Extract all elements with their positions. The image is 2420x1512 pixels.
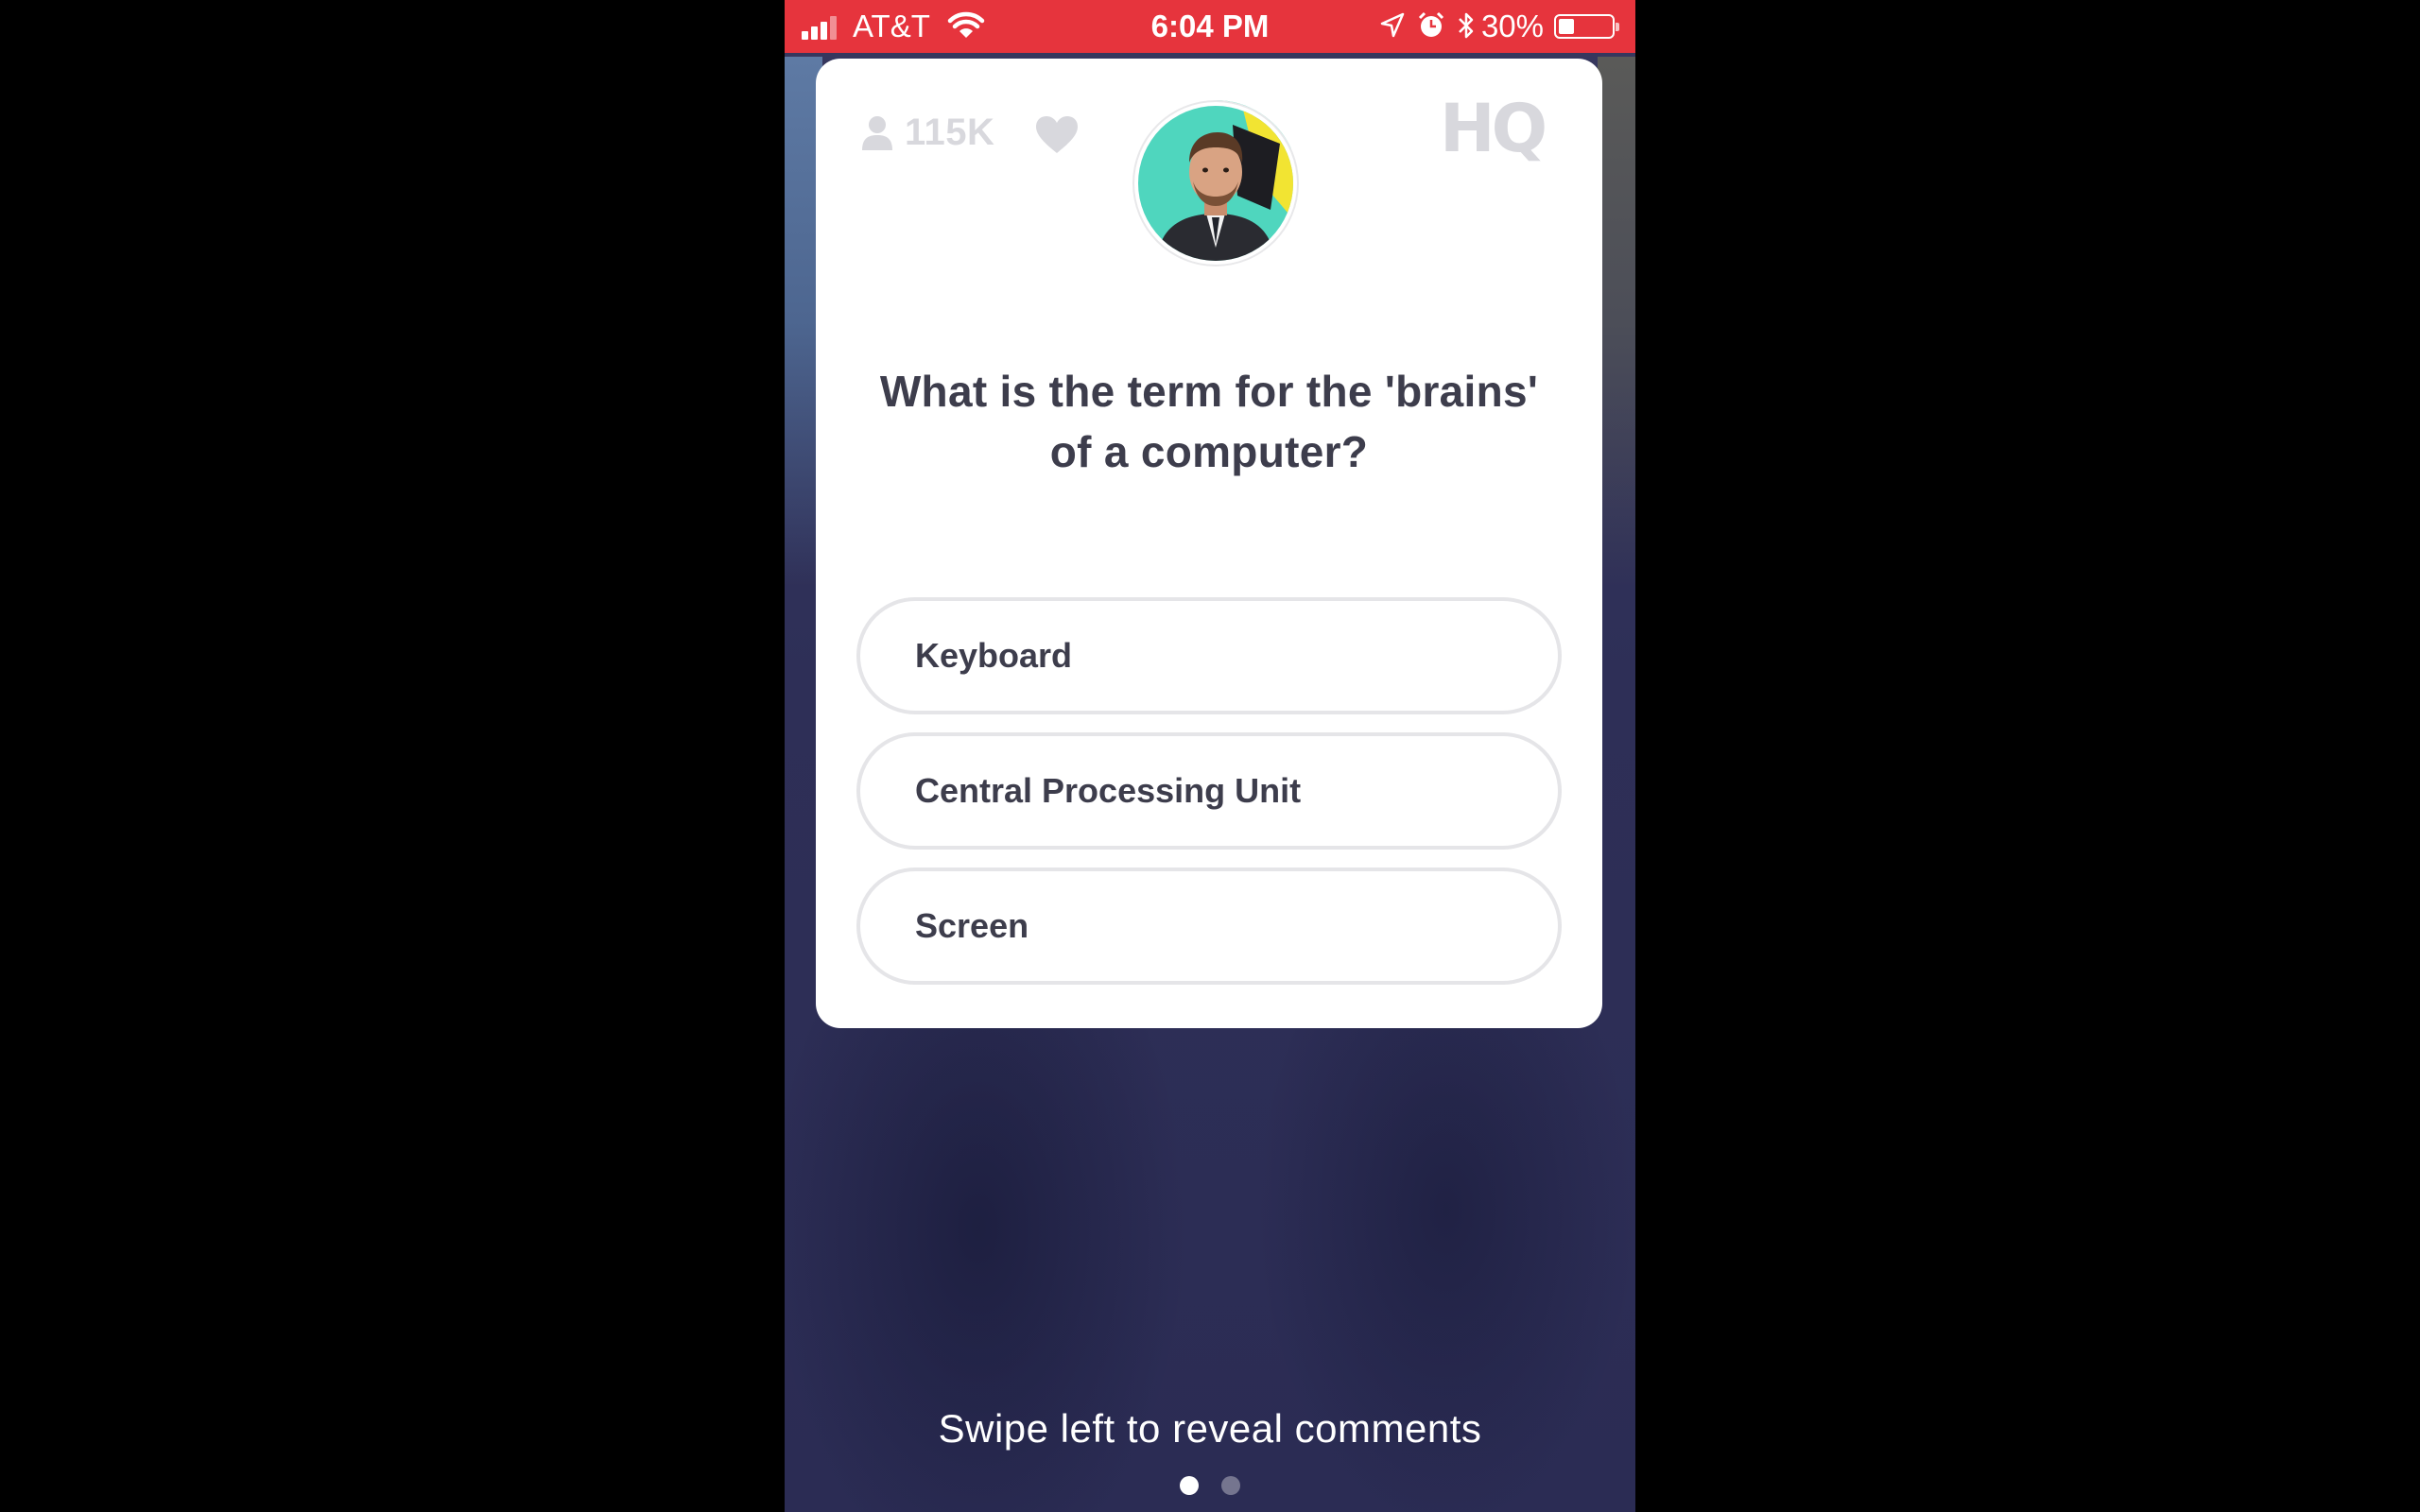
phone-screen: AT&T 6:04 PM 30% 115K HQ What is the ter… xyxy=(785,0,1635,1512)
page-dot-1[interactable] xyxy=(1180,1476,1199,1495)
answer-label: Keyboard xyxy=(915,636,1073,675)
page-dot-2[interactable] xyxy=(1221,1476,1240,1495)
question-text: What is the term for the 'brains' of a c… xyxy=(879,367,1539,476)
host-avatar xyxy=(1138,106,1293,261)
swipe-hint: Swipe left to reveal comments xyxy=(938,1406,1482,1451)
video-background-right xyxy=(1598,57,1635,586)
svg-text:HQ: HQ xyxy=(1440,93,1545,163)
viewer-count: 115K xyxy=(861,112,994,154)
answer-option-2[interactable]: Central Processing Unit xyxy=(856,732,1562,850)
battery-level xyxy=(1559,19,1574,34)
location-icon xyxy=(1380,12,1405,38)
battery-percent: 30% xyxy=(1480,9,1544,43)
status-bar: AT&T 6:04 PM 30% xyxy=(785,0,1635,53)
answer-option-1[interactable]: Keyboard xyxy=(856,597,1562,714)
question-card: 115K HQ What is the term for the 'brains… xyxy=(816,59,1602,1028)
battery-icon xyxy=(1554,14,1619,39)
hq-logo: HQ xyxy=(1440,93,1548,163)
alarm-icon xyxy=(1418,11,1444,37)
viewer-count-label: 115K xyxy=(905,112,995,153)
answer-label: Central Processing Unit xyxy=(915,771,1302,810)
page-indicator[interactable] xyxy=(785,1476,1635,1495)
answer-option-3[interactable]: Screen xyxy=(856,868,1562,985)
person-icon xyxy=(862,115,892,150)
heart-icon[interactable] xyxy=(1035,115,1079,155)
answer-label: Screen xyxy=(915,906,1029,945)
bluetooth-icon xyxy=(1459,12,1474,39)
